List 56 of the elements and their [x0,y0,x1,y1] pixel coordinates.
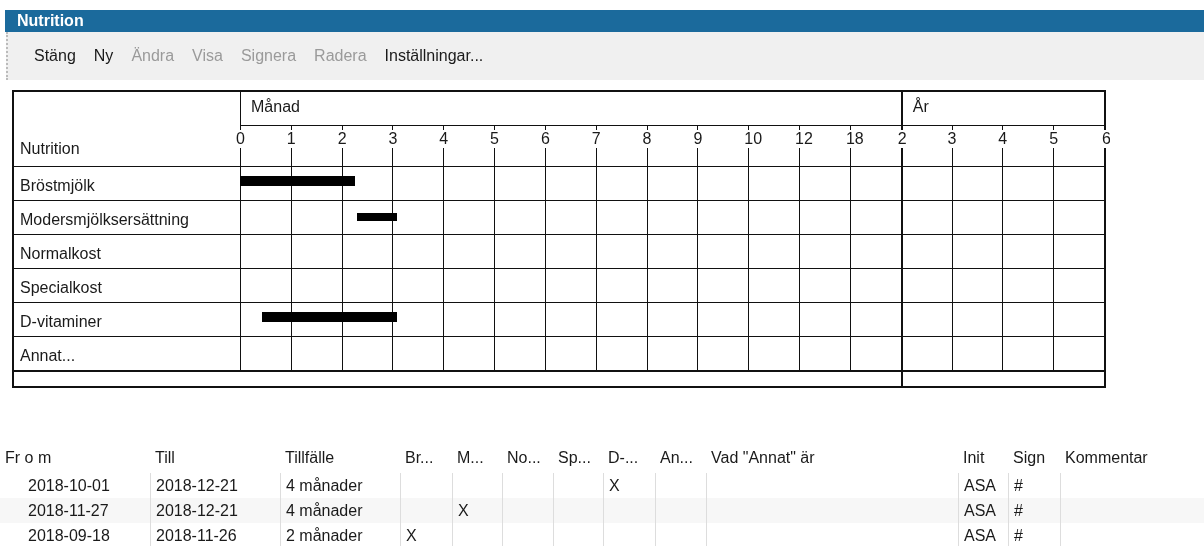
row-label: Specialkost [14,268,240,302]
tick-label: 6 [1102,130,1110,148]
tick-label: 5 [1048,130,1060,148]
row-label: D-vitaminer [14,302,240,336]
column-header[interactable]: An... [655,441,706,473]
table-cell: 2018-11-27 [0,498,150,523]
tick-label: 5 [489,130,500,148]
tick-label: 1 [285,130,297,148]
column-header: Nutrition [19,139,81,159]
column-header[interactable]: Tillfälle [280,441,400,473]
toolbar-button[interactable]: Inställningar... [384,47,484,65]
column-header[interactable]: Sign [1008,441,1060,473]
row-label: Normalkost [14,234,240,268]
column-header[interactable]: Sp... [553,441,603,473]
tick-label: 18 [844,130,865,148]
group-header: Månad [240,92,901,126]
column-header[interactable]: Kommentar [1060,441,1204,473]
column-header[interactable]: Till [150,441,280,473]
table-cell: # [1008,498,1060,523]
row-label: Annat... [14,336,240,370]
table-cell [502,498,553,523]
table-cell [603,498,655,523]
tick-label: 2 [336,130,348,148]
table-cell: 2018-12-21 [150,498,280,523]
toolbar-button[interactable]: Ny [93,47,114,65]
column-header[interactable]: Fr o m [0,441,150,473]
tick-label: 7 [590,130,602,148]
table-cell [655,498,706,523]
tick-label: 6 [539,130,551,148]
duration-bar [356,213,397,221]
table-cell: X [452,498,502,523]
column-header[interactable]: D-... [603,441,655,473]
column-header[interactable]: Init [958,441,1008,473]
tick-label: 3 [946,130,958,148]
tick-label: 4 [997,130,1009,148]
window-title: Nutrition [5,10,1204,32]
column-header[interactable]: Br... [400,441,452,473]
tick-label: 0 [235,130,246,148]
toolbar-button[interactable]: Stäng [34,47,76,65]
column-header[interactable]: No... [502,441,553,473]
tick-label: 3 [387,130,399,148]
table-cell: 4 månader [280,498,400,523]
group-header: År [900,92,1104,126]
tick-label: 9 [692,130,704,148]
row-label: Modersmjölksersättning [14,200,240,234]
table-cell: ASA [958,498,1008,523]
table-cell [553,498,603,523]
table-cell [400,498,452,523]
column-header[interactable]: M... [452,441,502,473]
row-label: Bröstmjölk [14,166,240,200]
tick-label: 8 [641,130,653,148]
column-header[interactable]: Vad "Annat" är [706,441,958,473]
tick-label: 10 [743,130,764,148]
tick-label: 4 [438,130,450,148]
tick-label: 12 [794,130,814,148]
tick-label: 2 [896,130,908,148]
